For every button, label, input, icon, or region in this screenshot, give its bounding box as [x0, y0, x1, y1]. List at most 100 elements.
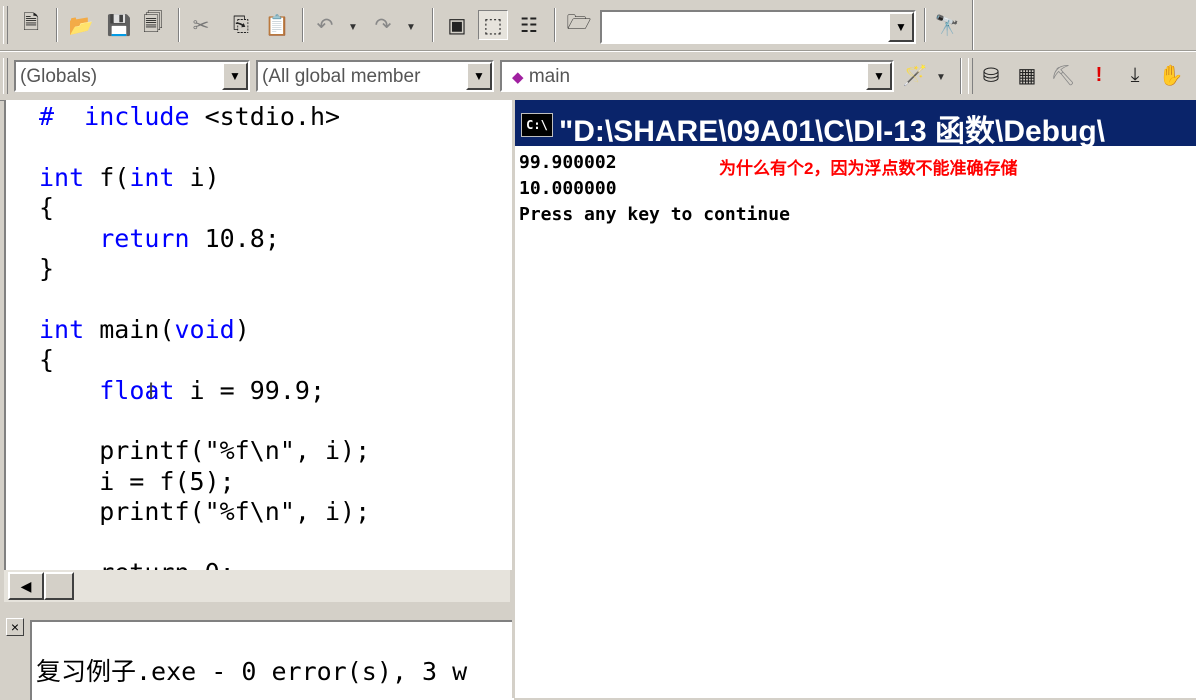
wizard-toolbar: (Globals) ▼ (All global member ▼ ◆ main … — [0, 51, 1196, 101]
console-title: "D:\SHARE\09A01\C\DI-13 函数\Debug\ — [559, 115, 1105, 146]
new-file-icon[interactable]: 🗎 — [16, 10, 46, 40]
code-line: return 0; — [39, 558, 234, 570]
wizard-icon[interactable]: 🪄 — [900, 60, 930, 90]
close-icon[interactable]: × — [6, 618, 24, 636]
code-keyword: void — [174, 314, 235, 344]
code-line: int main(void) — [39, 315, 250, 345]
toolbar-grip[interactable] — [3, 58, 8, 94]
members-combo[interactable]: (All global member ▼ — [256, 60, 494, 92]
workspace-icon[interactable]: ▣ — [442, 10, 472, 40]
ibeam-cursor-icon: I — [148, 378, 155, 403]
code-text: { — [39, 193, 55, 223]
horizontal-scrollbar[interactable]: ◀ — [4, 570, 510, 602]
find-combo[interactable]: ▼ — [600, 10, 916, 44]
open-folder-icon[interactable]: 📂 — [66, 10, 96, 40]
code-text: ) — [234, 314, 250, 344]
compile-icon[interactable]: ⛁ — [976, 60, 1006, 90]
code-line: int f(int i) — [39, 163, 220, 193]
console-body[interactable]: 99.900002 10.000000 Press any key to con… — [515, 146, 1196, 698]
code-text: printf("%f\n", i); — [39, 436, 371, 466]
function-combo-value: main — [528, 66, 571, 87]
code-keyword: int — [39, 162, 85, 192]
save-all-icon[interactable]: 🗐 — [138, 10, 168, 40]
code-keyword: int — [39, 314, 85, 344]
toolbar-separator — [178, 8, 180, 42]
code-line: printf("%f\n", i); — [39, 497, 370, 527]
code-line: # include <stdio.h> — [39, 102, 340, 132]
toolbar-separator — [432, 8, 434, 42]
console-line: Press any key to continue — [519, 204, 790, 225]
output-pane: × 复习例子.exe - 0 error(s), 3 w — [0, 606, 514, 700]
chevron-down-icon[interactable]: ▼ — [866, 62, 892, 90]
console-icon[interactable]: C:\ — [521, 113, 553, 137]
output-icon[interactable]: ⬚ — [478, 10, 508, 40]
code-text: printf("%f\n", i); — [39, 497, 371, 527]
copy-icon[interactable]: ⎘ — [226, 10, 256, 40]
toolbar-separator — [960, 58, 962, 94]
chevron-down-icon[interactable]: ▼ — [222, 62, 248, 90]
execute-icon[interactable]: ! — [1084, 60, 1114, 90]
code-text: } — [39, 254, 55, 283]
code-keyword: float — [99, 375, 175, 405]
redo-icon[interactable]: ↷ — [368, 10, 398, 40]
paste-icon[interactable]: 📋 — [262, 10, 292, 40]
save-icon[interactable]: 💾 — [104, 10, 134, 40]
code-text: i = 99.9; — [174, 375, 325, 405]
code-line: return 10.8; — [39, 224, 280, 254]
code-text: i) — [174, 162, 220, 192]
console-window[interactable]: C:\ "D:\SHARE\09A01\C\DI-13 函数\Debug\ 99… — [512, 100, 1196, 698]
code-line: printf("%f\n", i); — [39, 436, 370, 466]
toolbar-grip[interactable] — [3, 6, 8, 44]
chevron-down-icon[interactable]: ▼ — [888, 12, 914, 42]
scrollbar-thumb[interactable] — [44, 572, 74, 600]
toolbar-separator — [972, 0, 974, 50]
standard-toolbar: 🗎 📂 💾 🗐 ✂ ⎘ 📋 ↶ ▼ ↷ ▼ ▣ ⬚ ☷ 🗁 ▼ 🔭 — [0, 0, 1196, 51]
code-text: { — [39, 345, 55, 375]
code-keyword: int — [129, 162, 175, 192]
chevron-down-icon[interactable]: ▼ — [406, 22, 416, 33]
code-line: { — [39, 345, 54, 375]
code-line: i = f(5); — [39, 466, 235, 497]
code-line: { — [39, 193, 54, 223]
stop-build-icon[interactable]: ⛏ — [1048, 60, 1078, 90]
console-line: 10.000000 — [519, 178, 617, 199]
build-message: 复习例子.exe - 0 error(s), 3 w — [36, 657, 468, 686]
console-titlebar[interactable]: C:\ "D:\SHARE\09A01\C\DI-13 函数\Debug\ — [515, 100, 1196, 146]
members-combo-value: (All global member — [262, 66, 421, 87]
code-line: } — [39, 254, 54, 284]
code-text: main( — [84, 314, 175, 344]
code-text: 10.8; — [189, 223, 280, 253]
code-text: i = f(5); — [39, 466, 235, 496]
find-in-files-icon[interactable]: 🗁 — [564, 10, 594, 40]
function-combo[interactable]: ◆ main ▼ — [500, 60, 894, 92]
chevron-down-icon[interactable]: ▼ — [466, 62, 492, 90]
find-icon[interactable]: 🔭 — [932, 10, 962, 40]
scope-combo[interactable]: (Globals) ▼ — [14, 60, 250, 92]
chevron-down-icon[interactable]: ▼ — [936, 72, 946, 83]
code-text: <stdio.h> — [189, 102, 341, 131]
chevron-down-icon[interactable]: ▼ — [348, 22, 358, 33]
annotation-text: 为什么有个2，因为浮点数不能准确存储 — [719, 159, 1018, 178]
toolbar-separator — [56, 8, 58, 42]
build-output[interactable]: 复习例子.exe - 0 error(s), 3 w — [30, 620, 514, 700]
editor-gutter[interactable] — [6, 100, 36, 570]
method-icon: ◆ — [512, 69, 524, 86]
toolbar-separator — [554, 8, 556, 42]
code-keyword: # — [39, 102, 55, 131]
insert-breakpoint-icon[interactable]: ✋ — [1156, 60, 1186, 90]
scroll-left-icon[interactable]: ◀ — [8, 572, 44, 600]
undo-icon[interactable]: ↶ — [310, 10, 340, 40]
code-editor[interactable]: # include <stdio.h> int f(int i){ return … — [4, 100, 512, 570]
code-keyword: return — [99, 223, 190, 253]
toolbar-separator — [924, 8, 926, 42]
cut-icon[interactable]: ✂ — [186, 10, 216, 40]
console-line: 99.900002 — [519, 152, 617, 173]
toolbar-grip[interactable] — [968, 58, 973, 94]
code-line: float i = 99.9; — [39, 376, 325, 406]
window-list-icon[interactable]: ☷ — [514, 10, 544, 40]
go-icon[interactable]: ⤓ — [1120, 60, 1150, 90]
build-icon[interactable]: ▦ — [1012, 60, 1042, 90]
